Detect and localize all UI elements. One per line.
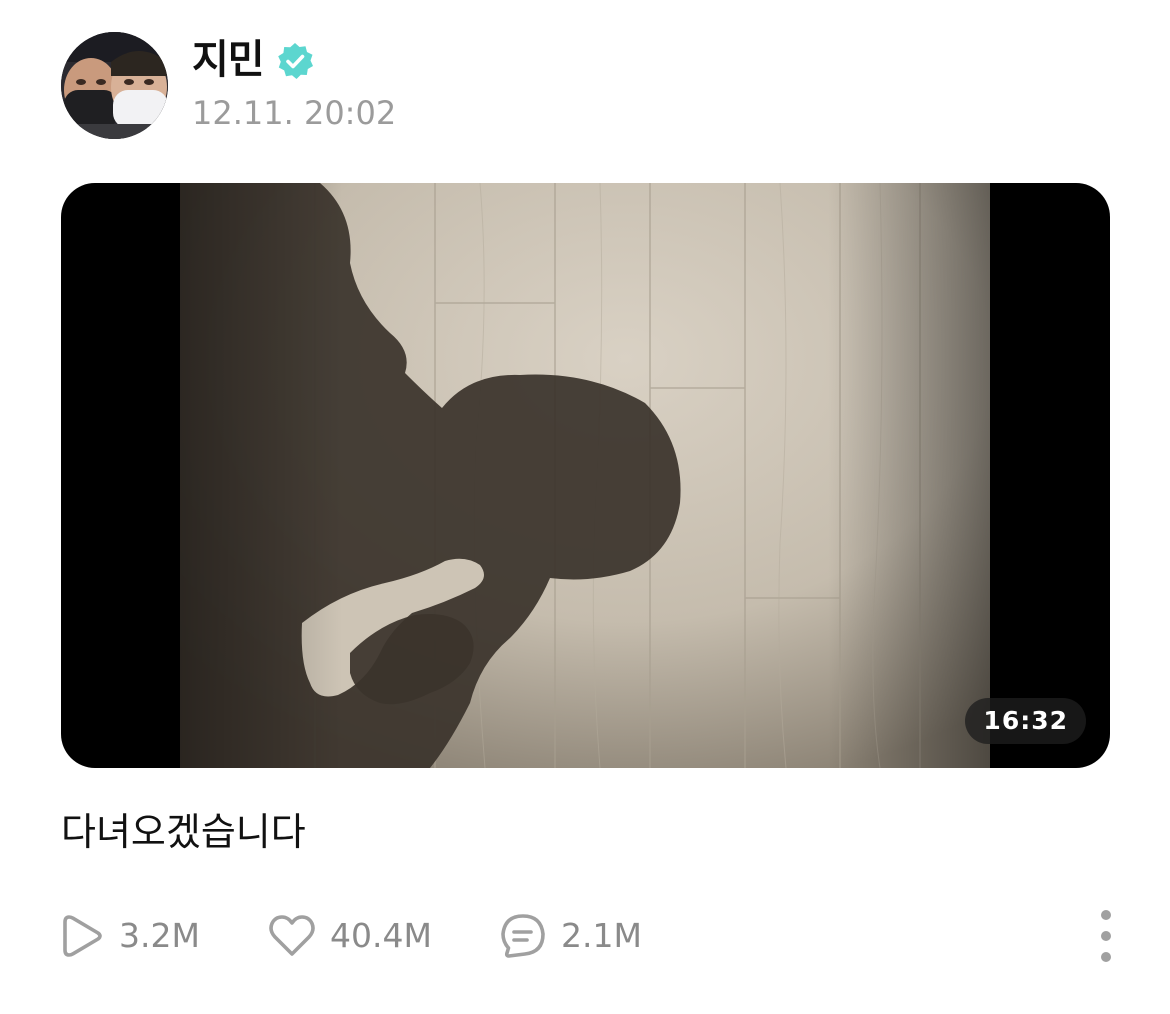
likes-stat[interactable]: 40.4M [268, 908, 432, 964]
post-caption: 다녀오겠습니다 [61, 810, 306, 854]
video-frame [180, 183, 990, 768]
avatar-image [61, 32, 168, 139]
author-name[interactable]: 지민 [192, 32, 265, 88]
likes-count: 40.4M [330, 916, 432, 955]
more-vertical-icon[interactable] [1091, 910, 1121, 962]
views-stat[interactable]: 3.2M [61, 908, 200, 964]
verified-badge-icon [278, 43, 313, 79]
comments-stat[interactable]: 2.1M [499, 908, 642, 964]
shadow-photo [180, 183, 990, 768]
video-duration-badge: 16:32 [965, 698, 1086, 744]
video-thumbnail[interactable]: 16:32 [61, 183, 1110, 768]
post-stats-bar: 3.2M 40.4M 2.1M [61, 908, 1121, 964]
comments-count: 2.1M [561, 916, 642, 955]
heart-icon [269, 915, 315, 956]
comment-icon [501, 914, 545, 958]
author-avatar[interactable] [61, 32, 168, 139]
views-count: 3.2M [119, 916, 200, 955]
play-icon [63, 915, 102, 957]
post-timestamp: 12.11. 20:02 [192, 94, 397, 132]
post-card: 지민 12.11. 20:02 16:32 다녀오겠습니다 3.2M 40.4M… [0, 0, 1170, 1014]
